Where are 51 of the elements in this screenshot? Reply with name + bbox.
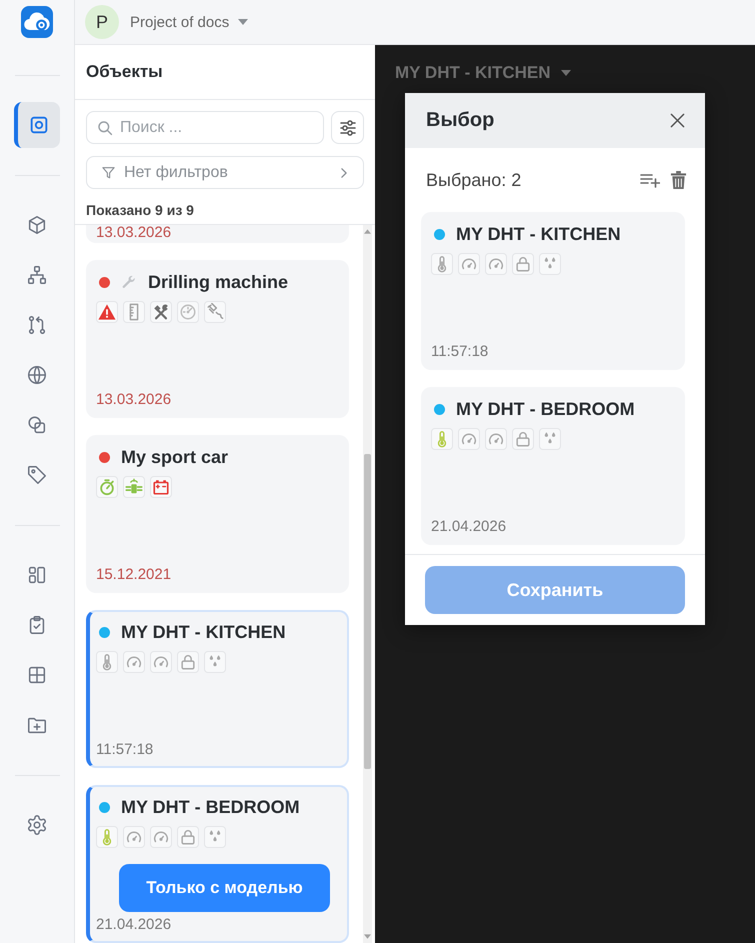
panel-title: Объекты	[86, 62, 163, 82]
close-icon	[670, 113, 685, 128]
selection-count: Выбрано: 2	[426, 170, 522, 190]
search-field[interactable]: Поиск ...	[86, 111, 324, 144]
object-card[interactable]: Drilling machine 13.03.2026	[86, 260, 349, 418]
tag-icon	[26, 464, 48, 486]
funnel-icon	[101, 165, 116, 180]
globe-icon	[26, 364, 48, 386]
circle-square-icon	[26, 414, 48, 436]
delete-button[interactable]	[670, 170, 687, 190]
cloud-logo-icon	[21, 6, 53, 38]
caret-icon	[560, 70, 571, 76]
project-avatar: P	[85, 5, 119, 39]
object-card[interactable]: MY DHT - KITCHEN 11:57:18	[86, 610, 349, 768]
close-button[interactable]	[670, 113, 685, 128]
search-icon	[97, 120, 113, 136]
selected-object-card[interactable]: MY DHT - KITCHEN 11:57:18	[421, 212, 685, 370]
trash-icon	[670, 170, 687, 190]
object-date: 13.03.2026	[96, 391, 172, 409]
layout-icon	[26, 564, 48, 586]
object-date: 13.03.2026	[96, 225, 172, 241]
scrollbar-thumb[interactable]	[364, 454, 371, 769]
object-name: MY DHT - BEDROOM	[456, 398, 635, 420]
object-date: 21.04.2026	[431, 518, 508, 536]
dialog-title: Выбор	[426, 109, 494, 132]
object-name: My sport car	[121, 446, 228, 468]
sliders-icon	[338, 118, 358, 138]
cube-icon	[26, 214, 48, 236]
add-to-list-button[interactable]	[640, 172, 660, 188]
caret-icon	[238, 19, 248, 25]
object-card[interactable]: My sport car 15.12.2021	[86, 435, 349, 593]
settings-icon	[26, 814, 48, 836]
model-only-button[interactable]: Только с моделью	[119, 864, 330, 912]
project-selector[interactable]: Project of docs	[130, 14, 248, 30]
object-date: 15.12.2021	[96, 566, 172, 584]
list-plus-icon	[640, 172, 660, 188]
object-date: 11:57:18	[431, 343, 490, 361]
object-name: Drilling machine	[148, 272, 288, 292]
object-name: MY DHT - BEDROOM	[121, 796, 300, 818]
grid-icon	[26, 664, 48, 686]
branch-arrows-icon	[26, 314, 48, 336]
hierarchy-icon	[26, 264, 48, 286]
object-date: 21.04.2026	[96, 916, 172, 934]
object-date: 11:57:18	[96, 741, 154, 759]
nav-button[interactable]	[14, 102, 60, 148]
shown-count: Показано 9 из 9	[86, 202, 194, 218]
filter-settings-button[interactable]	[331, 111, 364, 144]
object-name: MY DHT - KITCHEN	[121, 622, 286, 642]
object-card[interactable]: 13.03.2026	[86, 225, 349, 243]
selected-object-card[interactable]: MY DHT - BEDROOM 21.04.2026	[421, 387, 685, 545]
object-name: MY DHT - KITCHEN	[456, 224, 621, 244]
